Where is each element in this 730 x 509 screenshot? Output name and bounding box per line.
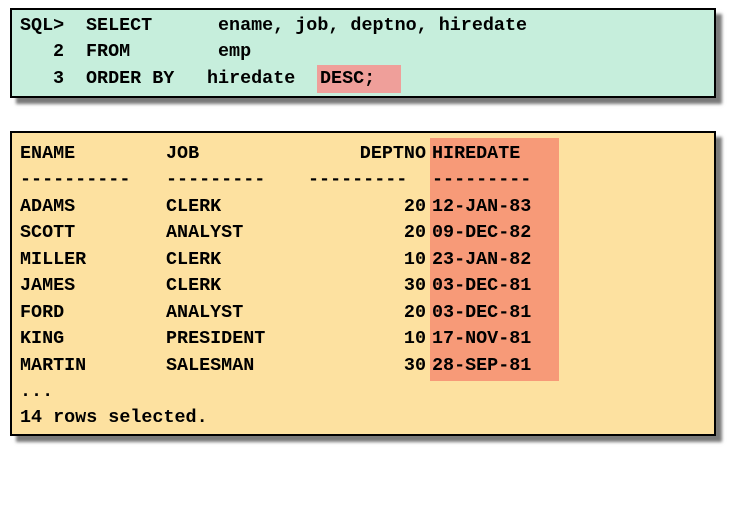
cell-ename: MILLER [20, 249, 87, 270]
table-row: KING PRESIDENT 10 17-NOV-81 [20, 326, 531, 352]
cell-hiredate: 03-DEC-81 [432, 302, 532, 323]
query-line-1: SQL> SELECT ename, job, deptno, hiredate [20, 13, 527, 39]
separator-deptno: --------- [308, 169, 408, 190]
table-row: FORD ANALYST 20 03-DEC-81 [20, 300, 531, 326]
line-number-3: 3 [52, 68, 64, 89]
rows-selected-text: 14 rows selected. [20, 407, 208, 428]
table-row: MARTIN SALESMAN 30 28-SEP-81 [20, 353, 531, 379]
cell-ename: SCOTT [20, 222, 76, 243]
result-ellipsis: ... [20, 379, 64, 405]
cell-job: CLERK [166, 249, 222, 270]
cell-job: PRESIDENT [166, 328, 266, 349]
cell-deptno: 20 [403, 222, 426, 243]
query-line-2: 2 FROM emp [20, 39, 251, 65]
table-row: MILLER CLERK 10 23-JAN-82 [20, 247, 531, 273]
cell-deptno: 30 [403, 275, 426, 296]
separator-ename: ---------- [20, 169, 131, 190]
header-deptno: DEPTNO [359, 143, 426, 164]
cell-job: CLERK [166, 196, 222, 217]
select-column-list: ename, job, deptno, hiredate [218, 15, 528, 36]
cell-hiredate: 12-JAN-83 [432, 196, 532, 217]
desc-keyword: DESC; [320, 68, 376, 89]
cell-job: ANALYST [166, 222, 244, 243]
header-ename: ENAME [20, 143, 76, 164]
cell-ename: MARTIN [20, 355, 87, 376]
from-keyword: FROM [86, 41, 131, 62]
ellipsis-text: ... [20, 381, 54, 402]
cell-ename: JAMES [20, 275, 76, 296]
cell-job: CLERK [166, 275, 222, 296]
result-footer: 14 rows selected. [20, 405, 208, 431]
header-hiredate: HIREDATE [432, 143, 521, 164]
cell-ename: ADAMS [20, 196, 76, 217]
table-name: emp [218, 41, 252, 62]
table-row: JAMES CLERK 30 03-DEC-81 [20, 273, 531, 299]
cell-deptno: 10 [403, 249, 426, 270]
query-result-panel: ENAME JOB DEPTNO HIREDATE ---------- ---… [10, 131, 716, 436]
separator-job: --------- [166, 169, 266, 190]
separator-hiredate: --------- [432, 169, 532, 190]
cell-hiredate: 03-DEC-81 [432, 275, 532, 296]
cell-ename: FORD [20, 302, 65, 323]
cell-deptno: 20 [403, 196, 426, 217]
cell-deptno: 20 [403, 302, 426, 323]
query-line-3: 3 ORDER BY hiredate DESC; [20, 66, 375, 92]
select-keyword: SELECT [86, 15, 153, 36]
cell-hiredate: 17-NOV-81 [432, 328, 532, 349]
cell-deptno: 30 [403, 355, 426, 376]
cell-hiredate: 28-SEP-81 [432, 355, 532, 376]
cell-deptno: 10 [403, 328, 426, 349]
cell-job: ANALYST [166, 302, 244, 323]
cell-hiredate: 09-DEC-82 [432, 222, 532, 243]
order-by-column: hiredate [207, 68, 296, 89]
header-job: JOB [166, 143, 200, 164]
cell-ename: KING [20, 328, 65, 349]
cell-hiredate: 23-JAN-82 [432, 249, 532, 270]
cell-job: SALESMAN [166, 355, 255, 376]
order-by-keyword: ORDER BY [86, 68, 175, 89]
table-row: SCOTT ANALYST 20 09-DEC-82 [20, 220, 531, 246]
line-number-2: 2 [52, 41, 64, 62]
sql-prompt: SQL> [20, 15, 65, 36]
sql-query-panel: SQL> SELECT ename, job, deptno, hiredate… [10, 8, 716, 98]
table-row: ADAMS CLERK 20 12-JAN-83 [20, 194, 531, 220]
result-header-row: ENAME JOB DEPTNO HIREDATE [20, 141, 520, 167]
result-separator-row: ---------- --------- --------- --------- [20, 167, 531, 193]
